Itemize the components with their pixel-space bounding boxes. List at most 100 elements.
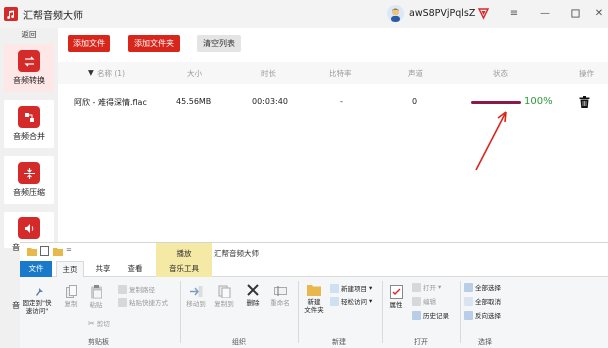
tab-view[interactable]: 查看 xyxy=(122,261,148,277)
file-name: 阿欣 - 难得深情.flac xyxy=(74,98,147,107)
delete-x-icon xyxy=(247,284,259,296)
select-none-label: 全部取消 xyxy=(475,298,501,306)
sidebar-item-audio-compress[interactable]: 音频压缩 xyxy=(4,156,54,204)
new-item-label: 新建项目 xyxy=(341,285,367,293)
move-to-icon xyxy=(190,286,203,297)
rename-button[interactable]: 重命名 xyxy=(268,285,292,307)
history-button[interactable]: 历史记录 xyxy=(412,310,449,320)
easy-access-button[interactable]: 轻松访问 ▾ xyxy=(330,296,372,306)
paste-label: 粘贴 xyxy=(89,301,103,309)
open-icon xyxy=(412,282,421,292)
minimize-icon[interactable]: — xyxy=(538,6,552,20)
select-all-button[interactable]: 全部选择 xyxy=(464,282,501,292)
copy-path-icon xyxy=(118,284,127,294)
app-logo-icon xyxy=(4,7,18,21)
sort-down-icon[interactable]: ▼ xyxy=(88,68,94,77)
new-folder-button[interactable]: 新建 文件夹 xyxy=(302,283,326,314)
paste-shortcut-icon xyxy=(118,297,127,307)
select-all-label: 全部选择 xyxy=(475,284,501,292)
sidebar-item-audio-convert[interactable]: 音频转换 xyxy=(4,44,54,92)
folder-icon xyxy=(27,248,37,256)
app-window: 汇帮音频大师 awS8PVjPqlsZ ≡ — ✕ 返回 音频转换 音频合并 音… xyxy=(0,0,608,348)
paste-icon xyxy=(90,285,102,299)
cut-button[interactable]: ✂ 剪切 xyxy=(88,318,110,329)
copy-path-button[interactable]: 复制路径 xyxy=(118,284,155,294)
ribbon-separator xyxy=(298,281,299,343)
add-folder-button[interactable]: 添加文件夹 xyxy=(128,35,180,52)
paste-shortcut-button[interactable]: 粘贴快捷方式 xyxy=(118,297,168,307)
tab-home[interactable]: 主页 xyxy=(56,261,84,277)
new-item-icon xyxy=(330,283,339,293)
tab-file[interactable]: 文件 xyxy=(20,261,52,277)
paste-shortcut-label: 粘贴快捷方式 xyxy=(129,299,168,307)
file-explorer-window: = 播放 汇帮音频大师 文件 主页 共享 查看 音乐工具 固定到"快 速访问" … xyxy=(20,242,608,348)
ribbon-separator xyxy=(460,281,461,343)
file-duration: 00:03:40 xyxy=(252,97,288,106)
copy-icon xyxy=(65,285,77,298)
group-new-label: 新建 xyxy=(332,338,346,346)
delete-button[interactable]: 删除 xyxy=(242,283,264,307)
username[interactable]: awS8PVjPqlsZ xyxy=(409,8,475,19)
header-duration: 时长 xyxy=(261,69,276,78)
dropdown-arrow-icon: ▾ xyxy=(369,284,373,292)
add-file-button[interactable]: 添加文件 xyxy=(68,35,110,52)
invert-selection-button[interactable]: 反向选择 xyxy=(464,310,501,320)
properties-button[interactable]: 属性 xyxy=(386,285,406,309)
sidebar-item-audio-merge[interactable]: 音频合并 xyxy=(4,100,54,148)
tab-share[interactable]: 共享 xyxy=(90,261,116,277)
move-to-button[interactable]: 移动到 xyxy=(184,285,208,308)
cut-label: 剪切 xyxy=(96,320,110,328)
quick-access-dropdown-icon[interactable]: = xyxy=(66,246,72,254)
ribbon-separator xyxy=(180,281,181,343)
header-bitrate: 比特率 xyxy=(329,69,352,78)
new-folder-quick-icon[interactable] xyxy=(53,247,63,256)
open-button[interactable]: 打开 ▾ xyxy=(412,282,441,292)
back-button[interactable]: 返回 xyxy=(0,28,58,42)
delete-label: 删除 xyxy=(246,299,260,307)
maximize-icon[interactable] xyxy=(568,6,582,20)
invert-selection-icon xyxy=(464,310,473,320)
paste-button[interactable]: 粘贴 xyxy=(86,285,106,309)
properties-label: 属性 xyxy=(389,301,403,309)
open-label: 打开 xyxy=(423,284,436,292)
new-item-button[interactable]: 新建项目 ▾ xyxy=(330,283,372,293)
tab-music-tools[interactable]: 音乐工具 xyxy=(156,261,212,277)
group-organize-label: 组织 xyxy=(232,338,246,346)
app-title: 汇帮音频大师 xyxy=(23,10,83,22)
trash-icon[interactable] xyxy=(579,96,590,108)
file-channels: 0 xyxy=(412,97,418,106)
header-actions: 操作 xyxy=(579,69,594,78)
pin-quick-access-button[interactable]: 固定到"快 速访问" xyxy=(22,283,52,315)
file-bitrate: - xyxy=(340,97,343,106)
group-open-label: 打开 xyxy=(414,338,428,346)
select-none-button[interactable]: 全部取消 xyxy=(464,296,501,306)
sidebar-item-label: 音频压缩 xyxy=(13,188,45,197)
progress-text: 100% xyxy=(524,96,553,107)
compress-icon xyxy=(18,162,40,184)
copy-button[interactable]: 复制 xyxy=(62,285,80,308)
move-to-label: 移动到 xyxy=(186,300,206,308)
rename-icon xyxy=(273,286,287,296)
group-select-label: 选择 xyxy=(478,338,492,346)
menu-icon[interactable]: ≡ xyxy=(507,6,521,20)
pin-quick-access-label: 固定到"快 速访问" xyxy=(22,299,52,315)
sidebar-item-label: 音频转换 xyxy=(13,76,45,85)
header-name[interactable]: 名称 (1) xyxy=(97,68,125,79)
vip-badge-icon[interactable] xyxy=(477,7,490,20)
table-row[interactable]: 阿欣 - 难得深情.flac 45.56MB 00:03:40 - 0 100% xyxy=(58,88,608,118)
new-folder-icon xyxy=(307,285,321,296)
clear-list-button[interactable]: 清空列表 xyxy=(197,35,241,52)
checkbox-icon[interactable] xyxy=(40,246,49,256)
explorer-title: 汇帮音频大师 xyxy=(214,249,259,258)
history-icon xyxy=(412,310,421,320)
user-avatar[interactable] xyxy=(387,5,404,22)
select-none-icon xyxy=(464,296,473,306)
close-icon[interactable]: ✕ xyxy=(592,6,606,20)
edit-label: 编辑 xyxy=(423,298,436,306)
dropdown-arrow-icon: ▾ xyxy=(438,283,442,291)
edit-button[interactable]: 编辑 xyxy=(412,296,436,306)
ribbon-separator xyxy=(382,281,383,343)
copy-to-button[interactable]: 复制到 xyxy=(212,285,236,308)
explorer-title-bar: = 播放 汇帮音频大师 xyxy=(20,243,608,265)
merge-icon xyxy=(18,106,40,128)
